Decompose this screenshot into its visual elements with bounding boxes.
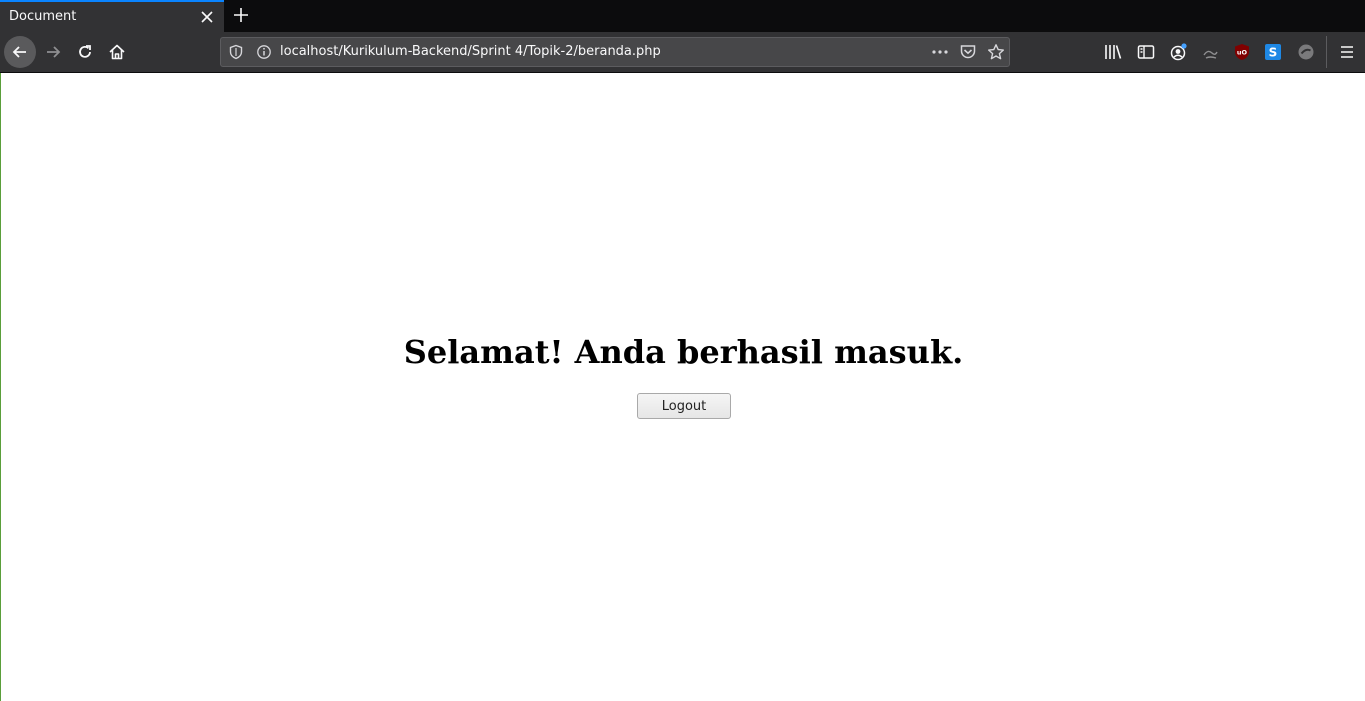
- more-dots-icon[interactable]: [931, 44, 949, 60]
- logout-button[interactable]: Logout: [637, 393, 731, 419]
- shield-icon[interactable]: [228, 44, 244, 60]
- blocked-icon[interactable]: [1296, 42, 1316, 62]
- page-heading: Selamat! Anda berhasil masuk.: [403, 333, 964, 371]
- arrow-left-icon[interactable]: [4, 36, 36, 68]
- sidebar-icon[interactable]: [1136, 42, 1156, 62]
- url-bar[interactable]: localhost/Kurikulum-Backend/Sprint 4/Top…: [220, 37, 1010, 67]
- reload-icon[interactable]: [70, 37, 100, 67]
- star-icon[interactable]: [987, 43, 1005, 61]
- arrow-right-icon[interactable]: [38, 37, 68, 67]
- home-icon[interactable]: [102, 37, 132, 67]
- toolbar-separator: [1326, 36, 1327, 68]
- plus-icon[interactable]: [230, 4, 252, 26]
- tab-strip: Document: [0, 0, 1365, 32]
- tab-document[interactable]: Document: [0, 0, 224, 32]
- hamburger-menu-icon[interactable]: [1337, 42, 1357, 62]
- svg-text:uO: uO: [1237, 49, 1248, 57]
- page-viewport: Selamat! Anda berhasil masuk. Logout: [0, 73, 1365, 701]
- account-icon[interactable]: [1168, 42, 1188, 62]
- ublock-icon[interactable]: uO: [1232, 42, 1252, 62]
- info-icon[interactable]: [256, 44, 272, 60]
- tab-title: Document: [9, 9, 77, 24]
- nav-toolbar: localhost/Kurikulum-Backend/Sprint 4/Top…: [0, 32, 1365, 73]
- library-icon[interactable]: [1103, 42, 1123, 62]
- svg-text:S: S: [1269, 46, 1278, 60]
- s-extension-icon[interactable]: S: [1263, 42, 1283, 62]
- url-text[interactable]: localhost/Kurikulum-Backend/Sprint 4/Top…: [280, 44, 661, 59]
- extension-icon[interactable]: [1200, 42, 1220, 62]
- close-icon[interactable]: [198, 8, 216, 26]
- pocket-icon[interactable]: [959, 44, 977, 60]
